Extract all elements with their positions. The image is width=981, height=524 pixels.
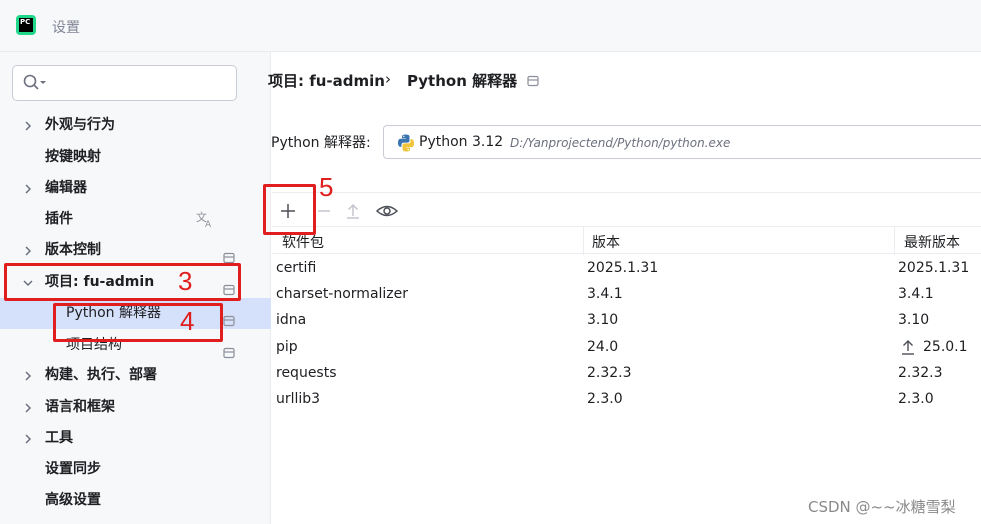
package-name: requests — [276, 365, 337, 381]
breadcrumb-separator: › — [385, 70, 391, 88]
interpreter-name: Python 3.12 — [419, 134, 504, 150]
table-row[interactable]: urllib3 2.3.0 2.3.0 — [272, 388, 981, 414]
column-header-version[interactable]: 版本 — [592, 232, 620, 252]
table-row[interactable]: charset-normalizer 3.4.1 3.4.1 — [272, 283, 981, 309]
sidebar-item-3[interactable]: 插件文 A — [0, 204, 271, 235]
package-version: 3.10 — [587, 312, 619, 328]
watermark: CSDN @~~冰糖雪梨 — [808, 498, 956, 516]
annotation-box-interpreter — [53, 303, 223, 342]
sidebar-item-label: 版本控制 — [45, 242, 101, 258]
sidebar-item-label: 构建、执行、部署 — [45, 367, 157, 383]
sidebar-item-label: 工具 — [45, 430, 73, 446]
table-row[interactable]: pip 24.0 25.0.1 — [272, 336, 981, 362]
annotation-number-4: 4 — [180, 306, 195, 336]
package-name: certifi — [276, 260, 317, 276]
package-name: idna — [276, 312, 307, 328]
chevron-right-icon[interactable] — [22, 173, 34, 204]
eye-icon[interactable] — [375, 201, 399, 221]
package-latest-version: 2025.1.31 — [898, 260, 970, 276]
package-version: 2025.1.31 — [587, 260, 659, 276]
python-icon — [398, 134, 414, 152]
sidebar-item-10[interactable]: 工具 — [0, 423, 271, 454]
chevron-right-icon[interactable] — [22, 423, 34, 454]
breadcrumb-project[interactable]: 项目: fu-admin — [268, 70, 385, 91]
annotation-box-add — [263, 184, 316, 235]
interpreter-label: Python 解释器: — [271, 135, 371, 151]
upgrade-icon[interactable] — [343, 201, 363, 221]
package-latest-version: 3.4.1 — [898, 286, 934, 302]
sidebar-item-8[interactable]: 构建、执行、部署 — [0, 360, 271, 391]
project-scope-icon — [527, 75, 539, 87]
package-name: charset-normalizer — [276, 286, 409, 302]
chevron-right-icon[interactable] — [22, 360, 34, 391]
table-row[interactable]: certifi 2025.1.31 2025.1.31 — [272, 257, 981, 283]
sidebar-item-label: 外观与行为 — [45, 117, 115, 133]
column-header-latest[interactable]: 最新版本 — [904, 232, 960, 252]
annotation-number-5: 5 — [319, 172, 334, 202]
sidebar-item-2[interactable]: 编辑器 — [0, 173, 271, 204]
sidebar-item-1[interactable]: 按键映射 — [0, 142, 271, 173]
column-header-package[interactable]: 软件包 — [282, 232, 324, 252]
sidebar-item-9[interactable]: 语言和框架 — [0, 392, 271, 423]
sidebar-item-label: 高级设置 — [45, 492, 101, 508]
table-row[interactable]: requests 2.32.3 2.32.3 — [272, 362, 981, 388]
sidebar-item-label: 编辑器 — [45, 180, 87, 196]
interpreter-path: D:/Yanprojectend/Python/python.exe — [510, 136, 731, 150]
sidebar-item-label: 插件 — [45, 211, 73, 227]
sidebar-item-label: 按键映射 — [45, 149, 101, 165]
pycharm-logo-icon: PC — [16, 15, 36, 35]
chevron-right-icon[interactable] — [22, 110, 34, 141]
package-name: pip — [276, 339, 298, 355]
chevron-right-icon[interactable] — [22, 235, 34, 266]
table-header: 软件包 版本 最新版本 — [272, 226, 981, 255]
package-version: 2.32.3 — [587, 365, 632, 381]
package-latest-version: 2.32.3 — [898, 365, 943, 381]
title-bar: PC 设置 — [0, 0, 981, 52]
search-icon — [23, 74, 46, 90]
upgrade-available-icon[interactable] — [900, 338, 916, 360]
table-row[interactable]: idna 3.10 3.10 — [272, 309, 981, 335]
annotation-box-project — [4, 263, 241, 301]
breadcrumb-page: Python 解释器 — [407, 72, 518, 90]
svg-text:A: A — [205, 220, 212, 229]
settings-main-panel: 项目: fu-admin › Python 解释器 Python 解释器: Py… — [268, 52, 981, 524]
window-title: 设置 — [52, 20, 80, 36]
package-latest-version: 25.0.1 — [923, 339, 968, 355]
sidebar-item-12[interactable]: 高级设置 — [0, 485, 271, 516]
package-latest-version: 3.10 — [898, 312, 930, 328]
settings-search-input[interactable] — [12, 65, 237, 101]
package-version: 24.0 — [587, 339, 619, 355]
package-version: 2.3.0 — [587, 391, 623, 407]
package-version: 3.4.1 — [587, 286, 623, 302]
interpreter-select[interactable]: Python 3.12 D:/Yanprojectend/Python/pyth… — [383, 125, 981, 159]
sidebar-item-11[interactable]: 设置同步 — [0, 454, 271, 485]
sidebar-item-label: 语言和框架 — [45, 399, 115, 415]
packages-toolbar — [272, 192, 981, 226]
remove-icon[interactable] — [314, 201, 334, 221]
package-name: urllib3 — [276, 391, 321, 407]
annotation-number-3: 3 — [178, 266, 193, 296]
sidebar-item-label: 设置同步 — [45, 461, 101, 477]
sidebar-item-4[interactable]: 版本控制 — [0, 235, 271, 266]
sidebar-item-0[interactable]: 外观与行为 — [0, 110, 271, 141]
package-latest-version: 2.3.0 — [898, 391, 934, 407]
chevron-right-icon[interactable] — [22, 392, 34, 423]
